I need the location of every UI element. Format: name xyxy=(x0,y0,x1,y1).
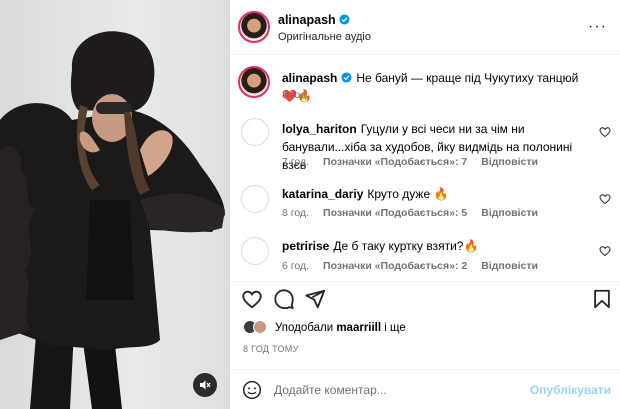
post-actions xyxy=(230,281,620,315)
heart-icon[interactable] xyxy=(599,126,611,138)
author-username[interactable]: alinapash xyxy=(278,13,336,27)
liker-avatar xyxy=(253,320,267,334)
author-username-row: alinapash xyxy=(278,13,350,27)
share-send-icon[interactable] xyxy=(304,288,326,310)
comment-likes[interactable]: Позначки «Подобається»: 7 xyxy=(323,156,467,168)
comment-text-row: katarina_dariy Круто дуже 🔥 xyxy=(282,185,591,203)
comment-avatar[interactable] xyxy=(241,185,269,213)
comment-username[interactable]: petririse xyxy=(282,239,329,253)
comment-meta: 6 год. Позначки «Подобається»: 2 Відповіст… xyxy=(282,260,552,272)
comment-likes[interactable]: Позначки «Подобається»: 2 xyxy=(323,260,467,272)
speaker-muted-icon xyxy=(200,380,211,390)
likers-avatars[interactable] xyxy=(243,320,269,334)
comment-username[interactable]: lolya_hariton xyxy=(282,122,357,136)
caption-text-row: alinapash Не бануй — краще під Чукутиху т… xyxy=(282,69,591,105)
post-header: alinapash Оригінальне аудіо ··· xyxy=(230,0,620,55)
comment-time[interactable]: 7 год. xyxy=(282,156,309,168)
author-avatar[interactable] xyxy=(238,11,270,43)
more-options-icon[interactable]: ··· xyxy=(588,18,607,36)
mute-button[interactable] xyxy=(193,373,217,397)
add-comment-row: Опублікувати xyxy=(230,369,620,409)
comment-avatar[interactable] xyxy=(241,118,269,146)
caption-meta: 8 год. xyxy=(282,89,323,101)
comment-likes[interactable]: Позначки «Подобається»: 5 xyxy=(323,207,467,219)
comment-input[interactable] xyxy=(274,379,524,401)
post-photo xyxy=(0,0,229,409)
caption-time[interactable]: 8 год. xyxy=(282,89,309,101)
reply-button[interactable]: Відповісти xyxy=(481,260,538,272)
reply-button[interactable]: Відповісти xyxy=(481,156,538,168)
comment-avatar[interactable] xyxy=(241,237,269,265)
likes-user[interactable]: maarriill xyxy=(336,322,381,334)
comment-time[interactable]: 8 год. xyxy=(282,207,309,219)
publish-button[interactable]: Опублікувати xyxy=(530,383,611,397)
instagram-post-modal: alinapash Оригінальне аудіо ··· alinapas… xyxy=(0,0,620,409)
comment-text: Де б таку куртку взяти?🔥 xyxy=(333,239,479,253)
post-media[interactable] xyxy=(0,0,229,409)
heart-icon[interactable] xyxy=(599,245,611,257)
comment-username[interactable]: katarina_dariy xyxy=(282,187,363,201)
like-heart-icon[interactable] xyxy=(241,288,263,310)
verified-badge-icon xyxy=(341,72,352,83)
comment-meta: 8 год. Позначки «Подобається»: 5 Відповіст… xyxy=(282,207,552,219)
emoji-icon[interactable] xyxy=(242,380,262,400)
comment-bubble-icon[interactable] xyxy=(273,288,295,310)
likes-prefix: Уподобали xyxy=(275,322,337,334)
verified-badge-icon xyxy=(339,14,350,25)
post-time[interactable]: 8 ГОД ТОМУ xyxy=(243,344,299,354)
comment-meta: 7 год. Позначки «Подобається»: 7 Відповіст… xyxy=(282,156,552,168)
heart-icon[interactable] xyxy=(599,193,611,205)
comment-text-row: petririse Де б таку куртку взяти?🔥 xyxy=(282,237,591,255)
likes-summary: Уподобали maarriill і ще xyxy=(243,320,406,334)
caption-avatar[interactable] xyxy=(238,66,270,98)
likes-suffix[interactable]: і ще xyxy=(381,322,406,334)
post-panel: alinapash Оригінальне аудіо ··· alinapas… xyxy=(229,0,620,409)
audio-link[interactable]: Оригінальне аудіо xyxy=(278,31,371,43)
reply-button[interactable]: Відповісти xyxy=(481,207,538,219)
comment-text: Круто дуже 🔥 xyxy=(367,187,449,201)
caption-username[interactable]: alinapash xyxy=(282,71,337,85)
save-bookmark-icon[interactable] xyxy=(591,288,613,310)
comment-time[interactable]: 6 год. xyxy=(282,260,309,272)
